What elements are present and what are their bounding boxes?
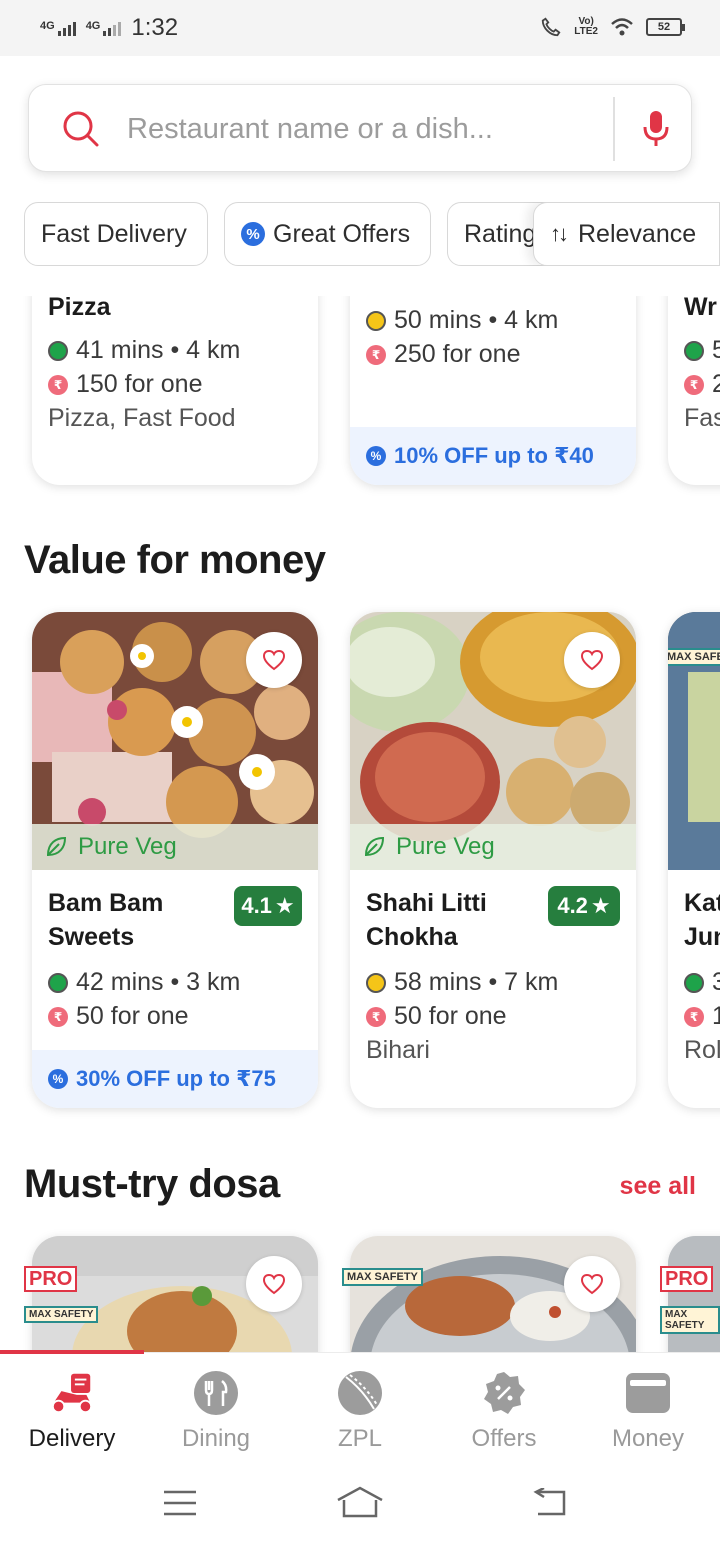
section-title-must-try-dosa: Must-try dosa <box>24 1162 280 1206</box>
cuisine-text: Bihari <box>366 1036 430 1064</box>
nav-money[interactable]: Money <box>576 1353 720 1465</box>
favorite-button[interactable] <box>564 1256 620 1312</box>
restaurant-card-bam-bam-sweets[interactable]: Pure Veg Bam Bam Sweets 4.1 ★ 42 mins • 3… <box>32 612 318 1108</box>
cuisine-text: Rol <box>684 1036 720 1064</box>
search-divider <box>613 97 615 161</box>
restaurant-image <box>668 1236 720 1352</box>
offer-icon: % <box>366 446 386 466</box>
search-bar[interactable] <box>28 84 692 172</box>
favorite-button[interactable] <box>246 632 302 688</box>
leaf-icon <box>364 836 385 857</box>
timer-icon <box>366 310 386 331</box>
status-bar: 4G 4G 1:32 Vo) LTE2 52 <box>0 0 720 56</box>
volte-icon: Vo) LTE2 <box>574 16 598 37</box>
restaurant-name: Wr <box>684 296 717 321</box>
dosa-card-2[interactable] <box>350 1236 636 1352</box>
dining-icon <box>192 1369 240 1417</box>
back-icon[interactable] <box>530 1488 568 1518</box>
rupee-icon: ₹ <box>684 1006 704 1027</box>
wifi-icon <box>611 18 633 36</box>
offer-icon: % <box>48 1069 68 1089</box>
heart-icon <box>262 1273 286 1295</box>
leaf-icon <box>46 836 67 857</box>
bottom-navigation: Delivery Dining ZPL Offers Money <box>0 1350 720 1465</box>
max-safety-badge: MAX SAFETY <box>342 1268 423 1286</box>
restaurant-name: Shahi Litti Chokha <box>366 889 487 951</box>
delivery-scooter-icon <box>48 1369 96 1417</box>
system-navigation-bar <box>0 1464 720 1544</box>
restaurant-card-pizza[interactable]: Pizza 41 mins • 4 km ₹150 for one Pizza,… <box>32 296 318 485</box>
restaurant-card-3[interactable]: MAX SAFE Kat Jun 3 ₹1 Rol <box>668 612 720 1108</box>
pro-badge: PRO <box>660 1266 714 1292</box>
favorite-button[interactable] <box>246 1256 302 1312</box>
filter-fast-delivery[interactable]: Fast Delivery <box>24 202 208 266</box>
favorite-button[interactable] <box>564 632 620 688</box>
timer-icon <box>684 972 704 993</box>
sort-icon: ↑↓ <box>550 221 569 246</box>
battery-icon: 52 <box>646 18 685 36</box>
pure-veg-band: Pure Veg <box>350 824 636 870</box>
menu-icon[interactable] <box>162 1488 198 1518</box>
offer-strip: % 10% OFF up to ₹40 <box>350 427 636 485</box>
restaurant-card-3[interactable]: Wr 5 ₹2 Fas <box>668 296 720 485</box>
timer-icon <box>48 972 68 993</box>
filter-bar: Fast Delivery % Great Offers Rating ↑↓ R… <box>0 202 720 266</box>
pro-badge: PRO <box>24 1266 78 1292</box>
home-icon[interactable] <box>336 1486 384 1518</box>
section-title-value-for-money: Value for money <box>24 538 326 582</box>
sort-relevance[interactable]: ↑↓ Relevance <box>533 202 720 266</box>
rating-badge: 4.2 ★ <box>548 886 620 926</box>
pure-veg-band: Pure Veg <box>32 824 318 870</box>
signal-icon-2: 4G <box>86 20 122 36</box>
status-time: 1:32 <box>131 14 179 41</box>
heart-icon <box>580 649 604 671</box>
restaurant-card-2[interactable]: 50 mins • 4 km ₹250 for one % 10% OFF up … <box>350 296 636 485</box>
dosa-card-1[interactable] <box>32 1236 318 1352</box>
timer-icon <box>366 972 386 993</box>
rating-badge: 4.1 ★ <box>234 886 302 926</box>
wifi-call-icon <box>542 17 561 37</box>
rupee-icon: ₹ <box>48 1006 68 1027</box>
rupee-icon: ₹ <box>366 344 386 365</box>
nav-zpl[interactable]: ZPL <box>288 1353 432 1465</box>
rupee-icon: ₹ <box>366 1006 386 1027</box>
cuisine-text: Pizza, Fast Food <box>48 404 236 432</box>
restaurant-name: Pizza <box>48 296 111 321</box>
top-row-carousel: Pizza 41 mins • 4 km ₹150 for one Pizza,… <box>0 296 720 496</box>
heart-icon <box>262 649 286 671</box>
timer-icon <box>48 340 68 361</box>
heart-icon <box>580 1273 604 1295</box>
max-safety-badge: MAX SAFETY <box>24 1306 99 1323</box>
star-icon: ★ <box>274 893 295 918</box>
nav-offers[interactable]: Offers <box>432 1353 576 1465</box>
value-for-money-carousel: Pure Veg Bam Bam Sweets 4.1 ★ 42 mins • 3… <box>0 604 720 1120</box>
max-safety-badge: MAX SAFE <box>668 648 720 666</box>
search-input[interactable] <box>127 105 597 153</box>
search-icon <box>63 111 99 147</box>
nav-delivery[interactable]: Delivery <box>0 1353 144 1465</box>
offer-icon: % <box>241 222 265 246</box>
dosa-carousel: PRO MAX SAFETY MAX SAFETY PRO MAX SAFETY <box>0 1228 720 1352</box>
rupee-icon: ₹ <box>684 374 704 395</box>
wallet-icon <box>624 1369 672 1417</box>
timer-icon <box>684 340 704 361</box>
dosa-card-3[interactable] <box>668 1236 720 1352</box>
rupee-icon: ₹ <box>48 374 68 395</box>
star-icon: ★ <box>590 893 611 918</box>
restaurant-card-shahi-litti-chokha[interactable]: Pure Veg Shahi Litti Chokha 4.2 ★ 58 mins… <box>350 612 636 1108</box>
mic-icon[interactable] <box>633 107 679 151</box>
filter-great-offers[interactable]: % Great Offers <box>224 202 431 266</box>
see-all-link[interactable]: see all <box>620 1172 696 1201</box>
signal-icon-1: 4G <box>40 20 76 36</box>
nav-dining[interactable]: Dining <box>144 1353 288 1465</box>
cuisine-text: Fas <box>684 404 720 432</box>
offer-strip: % 30% OFF up to ₹75 <box>32 1050 318 1108</box>
cricket-ball-icon <box>336 1369 384 1417</box>
restaurant-name: Bam Bam Sweets <box>48 889 164 951</box>
offers-badge-icon <box>480 1369 528 1417</box>
max-safety-badge: MAX SAFETY <box>660 1306 720 1334</box>
restaurant-name: Kat Jun <box>684 889 720 951</box>
